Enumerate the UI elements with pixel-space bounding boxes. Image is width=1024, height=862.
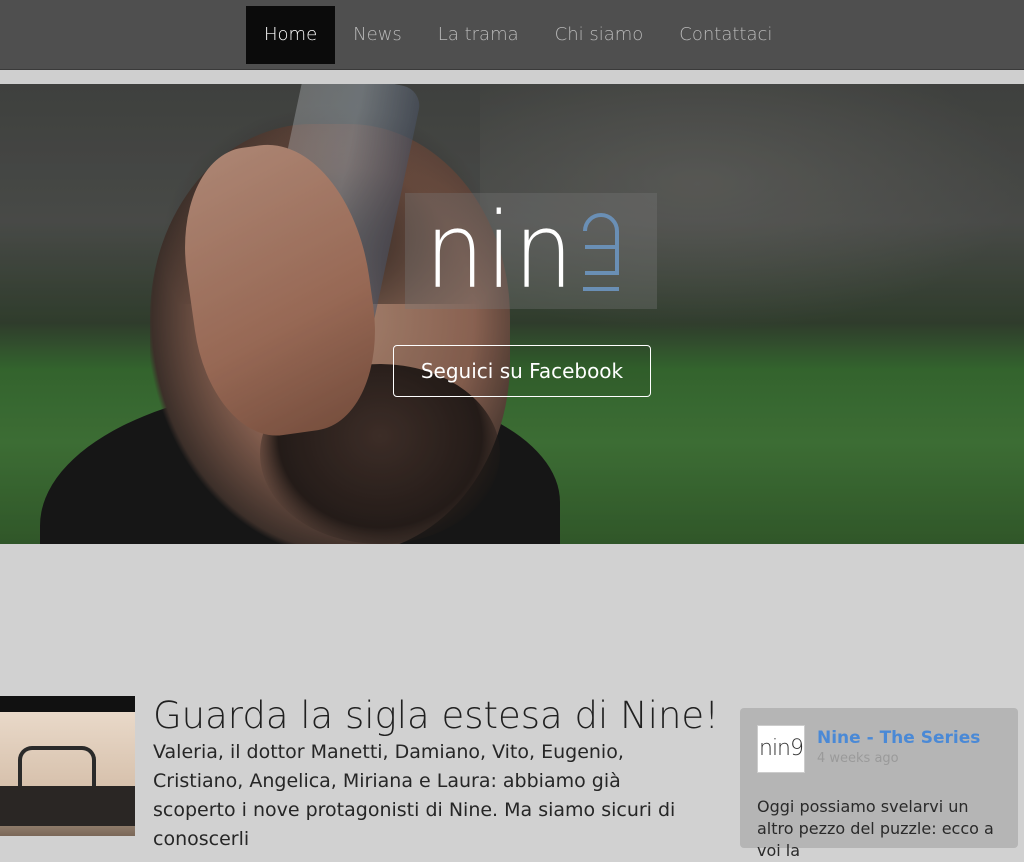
post-thumbnail[interactable] <box>0 696 135 836</box>
main-menu: Home News La trama Chi siamo Contattaci <box>246 6 790 64</box>
facebook-post-text: Oggi possiamo svelarvi un altro pezzo de… <box>757 797 994 860</box>
post-excerpt: Valeria, il dottor Manetti, Damiano, Vit… <box>153 741 676 850</box>
facebook-page-name-link[interactable]: Nine - The Series <box>817 728 980 748</box>
hero-banner: nin Seguici su Facebook <box>0 84 1024 544</box>
logo-nine-glyph <box>583 213 619 291</box>
thumbnail-shadow <box>0 786 135 826</box>
nav-item-chi-siamo[interactable]: Chi siamo <box>537 6 662 64</box>
facebook-feed-widget: nin9 Nine - The Series 4 weeks ago Oggi … <box>740 708 1018 860</box>
post-title[interactable]: Guarda la sigla estesa di Nine! <box>153 694 719 737</box>
site-logo: nin <box>405 193 657 309</box>
facebook-page-avatar[interactable]: nin9 <box>757 725 805 773</box>
nav-item-la-trama[interactable]: La trama <box>420 6 537 64</box>
facebook-post-time: 4 weeks ago <box>817 751 899 766</box>
nav-item-home[interactable]: Home <box>246 6 336 64</box>
hero-overlay <box>0 84 1024 544</box>
facebook-follow-button[interactable]: Seguici su Facebook <box>393 345 651 397</box>
nav-item-news[interactable]: News <box>335 6 420 64</box>
top-navigation: Home News La trama Chi siamo Contattaci <box>0 0 1024 70</box>
logo-text: nin <box>425 190 576 312</box>
nav-divider <box>0 70 1024 84</box>
nav-item-contattaci[interactable]: Contattaci <box>661 6 790 64</box>
